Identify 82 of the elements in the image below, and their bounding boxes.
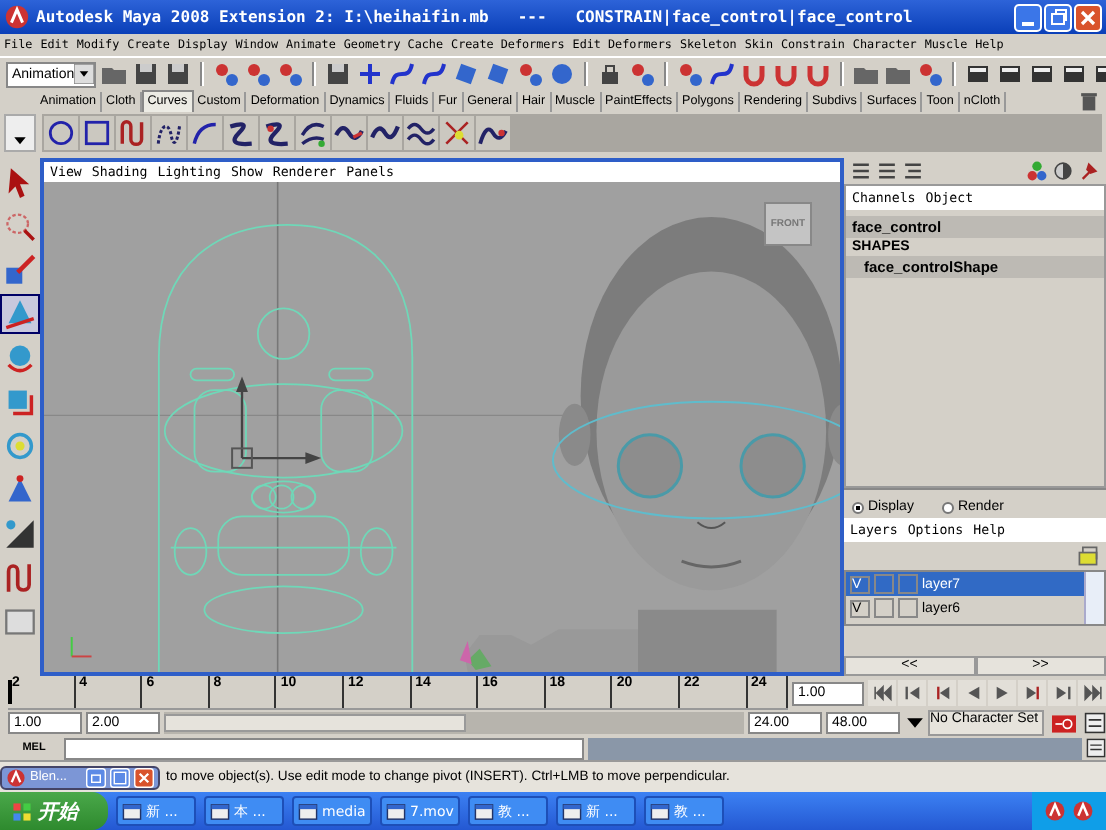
magnet-icon[interactable] [740,60,769,88]
minimize-icon[interactable] [1014,3,1042,31]
new-layer-icon[interactable] [1076,544,1100,568]
arc-icon[interactable] [190,118,220,148]
color-swatch[interactable] [898,574,918,594]
preferences-icon[interactable] [1084,712,1106,734]
square-icon[interactable] [82,118,112,148]
plus-icon[interactable] [356,60,385,88]
curve-icon[interactable] [442,118,472,148]
curve-icon[interactable] [388,60,417,88]
list-icon[interactable] [876,160,898,182]
node-icon[interactable] [628,60,657,88]
list-icon[interactable] [850,160,872,182]
dropdown-arrow-icon[interactable] [74,64,95,84]
scroll-bar[interactable] [1084,572,1104,624]
curve-icon[interactable] [226,118,256,148]
curve-icon[interactable] [420,60,449,88]
half-circle-icon[interactable] [1052,160,1074,182]
maximize-icon[interactable] [110,767,130,787]
window-icon[interactable] [562,801,582,821]
window-icon[interactable] [298,801,318,821]
window-icon[interactable] [650,801,670,821]
key-forward-icon[interactable] [1021,682,1043,704]
restore-icon[interactable] [86,767,106,787]
close-icon[interactable] [1074,3,1102,31]
panel-layout-icon[interactable] [4,606,36,638]
triangle-icon[interactable] [4,518,36,550]
close-icon[interactable] [134,767,154,787]
window-title: Autodesk Maya 2008 Extension 2: I:\heihaifin.mb --- CONSTRAIN|face_control|face_control [36,8,915,26]
circle-icon[interactable] [46,118,76,148]
node-icon[interactable] [212,60,241,88]
skip-end-icon[interactable] [1081,682,1103,704]
magnet-icon[interactable] [804,60,833,88]
node-icon[interactable] [276,60,305,88]
cone-icon[interactable] [4,474,36,506]
window-icon[interactable] [386,801,406,821]
step-forward-icon[interactable] [1051,682,1073,704]
node-icon[interactable] [516,60,545,88]
range-slider[interactable] [164,712,744,734]
node-icon[interactable] [676,60,705,88]
window-icon[interactable] [474,801,494,821]
app-logo-icon[interactable] [4,4,30,30]
cone-icon[interactable] [4,298,36,330]
play-icon[interactable] [991,682,1013,704]
windows-logo-icon[interactable] [12,801,32,821]
radio-indicator[interactable] [852,501,864,513]
node-icon[interactable] [244,60,273,88]
cube-icon[interactable] [4,386,36,418]
app-logo-icon[interactable] [1044,800,1066,822]
window-icon[interactable] [122,801,142,821]
curve-icon[interactable] [406,118,436,148]
radio-indicator[interactable] [941,501,954,513]
step-back-icon[interactable] [901,682,923,704]
sphere-icon[interactable] [4,342,36,374]
lasso-icon[interactable] [4,210,36,242]
move-manipulator-icon[interactable] [231,376,322,469]
current-time-marker[interactable] [8,680,12,704]
curve-icon[interactable] [118,118,148,148]
auto-key-icon[interactable] [1048,711,1080,735]
list-icon[interactable] [902,160,924,182]
color-swatch[interactable] [898,598,918,618]
pin-icon[interactable] [1078,160,1100,182]
brush-icon[interactable] [4,254,36,286]
node-icon[interactable] [916,60,945,88]
script-editor-icon[interactable] [1086,738,1106,758]
app-logo-icon[interactable] [6,767,26,787]
curve-icon[interactable] [4,562,36,594]
key-back-icon[interactable] [931,682,953,704]
axis-icon [70,636,93,658]
skip-start-icon[interactable] [871,682,893,704]
curve-icon[interactable] [708,60,737,88]
start-button[interactable]: 开始 [0,792,108,830]
curve-icon[interactable] [298,118,328,148]
trash-icon[interactable] [1078,90,1100,112]
curve-icon[interactable] [262,118,292,148]
restore-icon[interactable] [1044,3,1072,31]
range-slider-bar[interactable] [164,714,466,732]
magnet-icon[interactable] [772,60,801,88]
node-icon[interactable] [1026,160,1048,182]
app-logo-icon[interactable] [1072,800,1094,822]
window-icon[interactable] [210,801,230,821]
command-input-field[interactable] [64,737,584,759]
